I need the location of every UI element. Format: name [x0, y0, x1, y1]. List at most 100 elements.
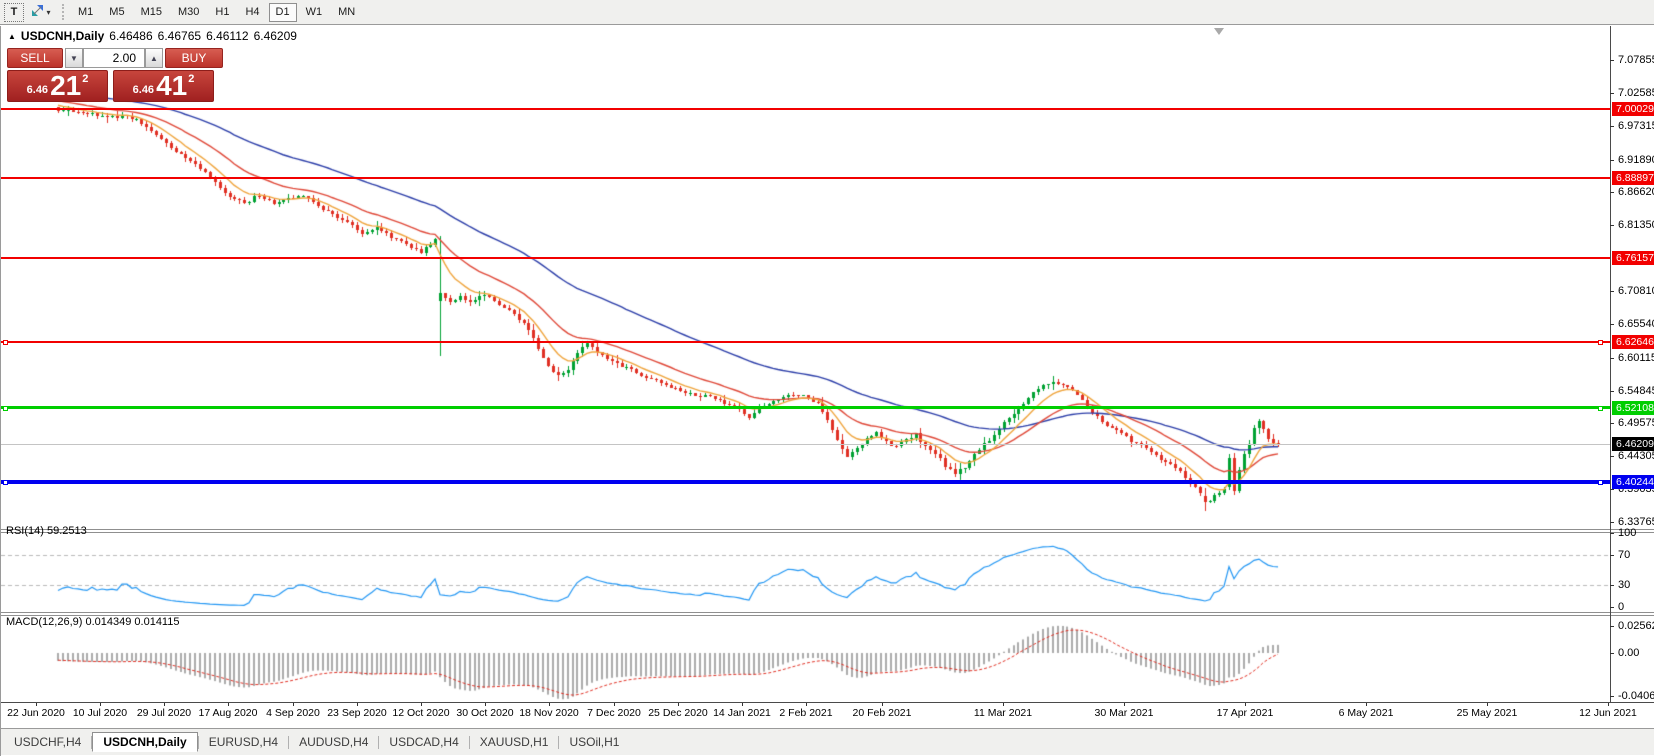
price-axis-tick [1610, 291, 1614, 292]
ohlc-high: 6.46765 [158, 29, 201, 43]
time-axis-tick [614, 703, 615, 706]
date-label: 10 Jul 2020 [63, 707, 137, 719]
date-label: 14 Jan 2021 [705, 707, 779, 719]
horizontal-level-line[interactable] [1, 406, 1610, 409]
timeframe-button-mn[interactable]: MN [331, 3, 362, 22]
rsi-scale-label: 70 [1618, 549, 1630, 561]
macd-scale-label: -0.040687 [1618, 690, 1654, 702]
time-axis-tick [485, 703, 486, 706]
rsi-scale-label: 100 [1618, 527, 1636, 539]
horizontal-level-line[interactable] [1, 177, 1610, 179]
current-price-line[interactable] [1, 444, 1610, 445]
date-label: 30 Oct 2020 [448, 707, 522, 719]
rsi-scale-tick [1610, 607, 1614, 608]
buy-button[interactable]: BUY [165, 48, 223, 68]
timeframe-button-h4[interactable]: H4 [238, 3, 266, 22]
chart-canvas[interactable] [1, 26, 1610, 756]
panel-separator [1, 612, 1654, 613]
ohlc-close: 6.46209 [254, 29, 297, 43]
macd-scale-label: 0.00 [1618, 647, 1639, 659]
chart-tab-usoil[interactable]: USOil,H1 [559, 732, 629, 752]
price-tick-label: 7.07855 [1618, 54, 1654, 66]
rsi-scale-tick [1610, 555, 1614, 556]
chart-tab-xauusd[interactable]: XAUUSD,H1 [470, 732, 559, 752]
panel-separator [1, 529, 1654, 530]
time-axis-tick [1366, 703, 1367, 706]
buy-price-button[interactable]: 6.46 41 2 [113, 70, 214, 102]
price-axis-tick [1610, 489, 1614, 490]
horizontal-level-line[interactable] [1, 108, 1610, 110]
chart-tab-eurusd[interactable]: EURUSD,H4 [199, 732, 288, 752]
date-label: 4 Sep 2020 [256, 707, 330, 719]
chart-shift-marker[interactable] [1214, 28, 1224, 35]
timeframe-button-d1[interactable]: D1 [269, 3, 297, 22]
price-axis-tick [1610, 60, 1614, 61]
rsi-scale-label: 0 [1618, 601, 1624, 613]
chart-tab-usdcad[interactable]: USDCAD,H4 [379, 732, 468, 752]
volume-input[interactable] [83, 48, 145, 68]
sell-price-sup: 2 [82, 73, 88, 85]
date-label: 25 Dec 2020 [641, 707, 715, 719]
price-tick-label: 6.97315 [1618, 120, 1654, 132]
sell-button[interactable]: SELL [7, 48, 63, 68]
panel-separator [1, 615, 1654, 616]
chart-tab-bar: USDCHF,H4USDCNH,DailyEURUSD,H4AUDUSD,H4U… [1, 729, 1654, 755]
price-tick-label: 6.81350 [1618, 219, 1654, 231]
price-tick-label: 6.60115 [1618, 352, 1654, 364]
arrows-icon [31, 4, 44, 20]
line-handle-left[interactable] [3, 406, 8, 411]
macd-indicator-label: MACD(12,26,9) 0.014349 0.014115 [6, 616, 179, 628]
volume-decrease-button[interactable]: ▼ [65, 48, 83, 68]
timeframe-button-m15[interactable]: M15 [134, 3, 169, 22]
collapse-panel-icon[interactable]: ▲ [8, 32, 16, 41]
timeframe-button-m1[interactable]: M1 [71, 3, 100, 22]
chart-tab-usdchf[interactable]: USDCHF,H4 [4, 732, 91, 752]
line-handle-left[interactable] [3, 480, 8, 485]
date-label: 12 Oct 2020 [384, 707, 458, 719]
time-axis-tick [1124, 703, 1125, 706]
line-handle-left[interactable] [3, 340, 8, 345]
line-handle-right[interactable] [1598, 406, 1603, 411]
date-label: 17 Aug 2020 [191, 707, 265, 719]
price-level-badge: 7.00029 [1612, 102, 1654, 116]
rsi-scale-tick [1610, 585, 1614, 586]
timeframe-button-h1[interactable]: H1 [208, 3, 236, 22]
price-level-badge: 6.62646 [1612, 335, 1654, 349]
sell-price-big: 21 [50, 73, 81, 99]
text-tool-button[interactable]: T [4, 3, 24, 22]
time-axis-tick [806, 703, 807, 706]
price-level-badge: 6.76157 [1612, 251, 1654, 265]
time-axis-tick [678, 703, 679, 706]
horizontal-level-line[interactable] [1, 480, 1610, 484]
sell-price-button[interactable]: 6.46 21 2 [7, 70, 108, 102]
date-label: 20 Feb 2021 [845, 707, 919, 719]
line-handle-right[interactable] [1598, 340, 1603, 345]
time-axis-tick [549, 703, 550, 706]
timeframe-button-m30[interactable]: M30 [171, 3, 206, 22]
horizontal-level-line[interactable] [1, 341, 1610, 343]
price-tick-label: 6.44305 [1618, 450, 1654, 462]
chart-tab-usdcnh[interactable]: USDCNH,Daily [92, 732, 197, 752]
line-handle-right[interactable] [1598, 480, 1603, 485]
macd-scale-label: 0.025623 [1618, 620, 1654, 632]
chart-tab-audusd[interactable]: AUDUSD,H4 [289, 732, 378, 752]
buy-price-sup: 2 [188, 73, 194, 85]
price-axis-line [1610, 26, 1611, 702]
price-tick-label: 6.54845 [1618, 385, 1654, 397]
time-axis-tick [742, 703, 743, 706]
ohlc-low: 6.46112 [206, 29, 249, 43]
price-tick-label: 6.70810 [1618, 285, 1654, 297]
price-tick-label: 6.91890 [1618, 154, 1654, 166]
timeframe-button-m5[interactable]: M5 [102, 3, 131, 22]
rsi-scale-label: 30 [1618, 579, 1630, 591]
time-axis-tick [1608, 703, 1609, 706]
time-axis-tick [1487, 703, 1488, 706]
volume-increase-button[interactable]: ▲ [145, 48, 163, 68]
price-axis-tick [1610, 391, 1614, 392]
horizontal-level-line[interactable] [1, 257, 1610, 259]
price-axis-tick [1610, 358, 1614, 359]
drawing-arrows-tool-button[interactable]: ▾ [26, 3, 56, 22]
timeframe-button-w1[interactable]: W1 [299, 3, 330, 22]
chart-header: ▲ USDCNH,Daily 6.46486 6.46765 6.46112 6… [8, 29, 297, 43]
top-toolbar: T ▾ M1M5M15M30H1H4D1W1MN [0, 0, 1654, 25]
